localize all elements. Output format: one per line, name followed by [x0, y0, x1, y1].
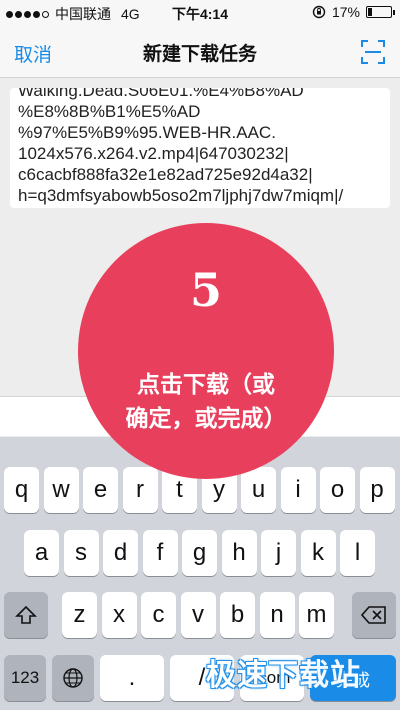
globe-icon [63, 668, 83, 688]
key-b[interactable]: b [220, 592, 255, 638]
key-d[interactable]: d [103, 530, 138, 576]
key-u[interactable]: u [241, 467, 276, 513]
step-overlay-circle: 5 点击下载（或 确定，或完成） [78, 223, 334, 479]
dot-key[interactable]: . [100, 655, 164, 701]
page-title: 新建下载任务 [142, 44, 257, 65]
key-i[interactable]: i [280, 467, 316, 513]
battery-fill [368, 8, 372, 16]
scan-frame-icon[interactable] [360, 39, 386, 65]
key-l[interactable]: l [340, 530, 375, 576]
shift-icon [15, 605, 37, 624]
key-a[interactable]: a [24, 530, 59, 576]
watermark-text: 极速下载站 [206, 659, 361, 692]
key-o[interactable]: o [320, 467, 355, 513]
step-instruction-line2: 确定，或完成） [125, 405, 287, 432]
key-g[interactable]: g [182, 530, 217, 576]
download-url-textarea[interactable]: Walking.Dead.S06E01.%E4%B8%AD %E8%8B%B1%… [10, 88, 390, 208]
key-q[interactable]: q [4, 467, 39, 513]
key-m[interactable]: m [299, 592, 334, 638]
backspace-key[interactable] [352, 592, 396, 638]
battery-percent: 17% [331, 4, 360, 20]
key-z[interactable]: z [62, 592, 97, 638]
backspace-icon [361, 606, 386, 624]
key-f[interactable]: f [142, 530, 178, 576]
key-k[interactable]: k [300, 530, 336, 576]
battery-icon [366, 6, 395, 18]
screen: 中国联通 4G 下午4:14 17% 取消 新建下载任务 Walking.Dea… [0, 0, 400, 710]
key-n[interactable]: n [259, 592, 295, 638]
key-r[interactable]: r [122, 467, 158, 513]
status-right: 17% [312, 4, 395, 20]
status-bar: 中国联通 4G 下午4:14 17% [0, 0, 400, 26]
step-number: 5 [189, 263, 222, 317]
key-p[interactable]: p [359, 467, 395, 513]
key-s[interactable]: s [63, 530, 99, 576]
download-url-text: Walking.Dead.S06E01.%E4%B8%AD %E8%8B%B1%… [18, 88, 344, 205]
shift-key[interactable] [4, 592, 48, 638]
numbers-key[interactable]: 123 [4, 655, 46, 701]
globe-key[interactable] [52, 655, 94, 701]
key-c[interactable]: c [141, 592, 176, 638]
key-w[interactable]: w [43, 467, 79, 513]
key-v[interactable]: v [180, 592, 216, 638]
orientation-lock-icon [312, 5, 326, 19]
nav-bar: 取消 新建下载任务 [0, 26, 400, 78]
key-j[interactable]: j [261, 530, 296, 576]
key-x[interactable]: x [101, 592, 137, 638]
key-h[interactable]: h [221, 530, 257, 576]
step-instruction-line1: 点击下载（或 [137, 371, 275, 398]
key-e[interactable]: e [83, 467, 118, 513]
